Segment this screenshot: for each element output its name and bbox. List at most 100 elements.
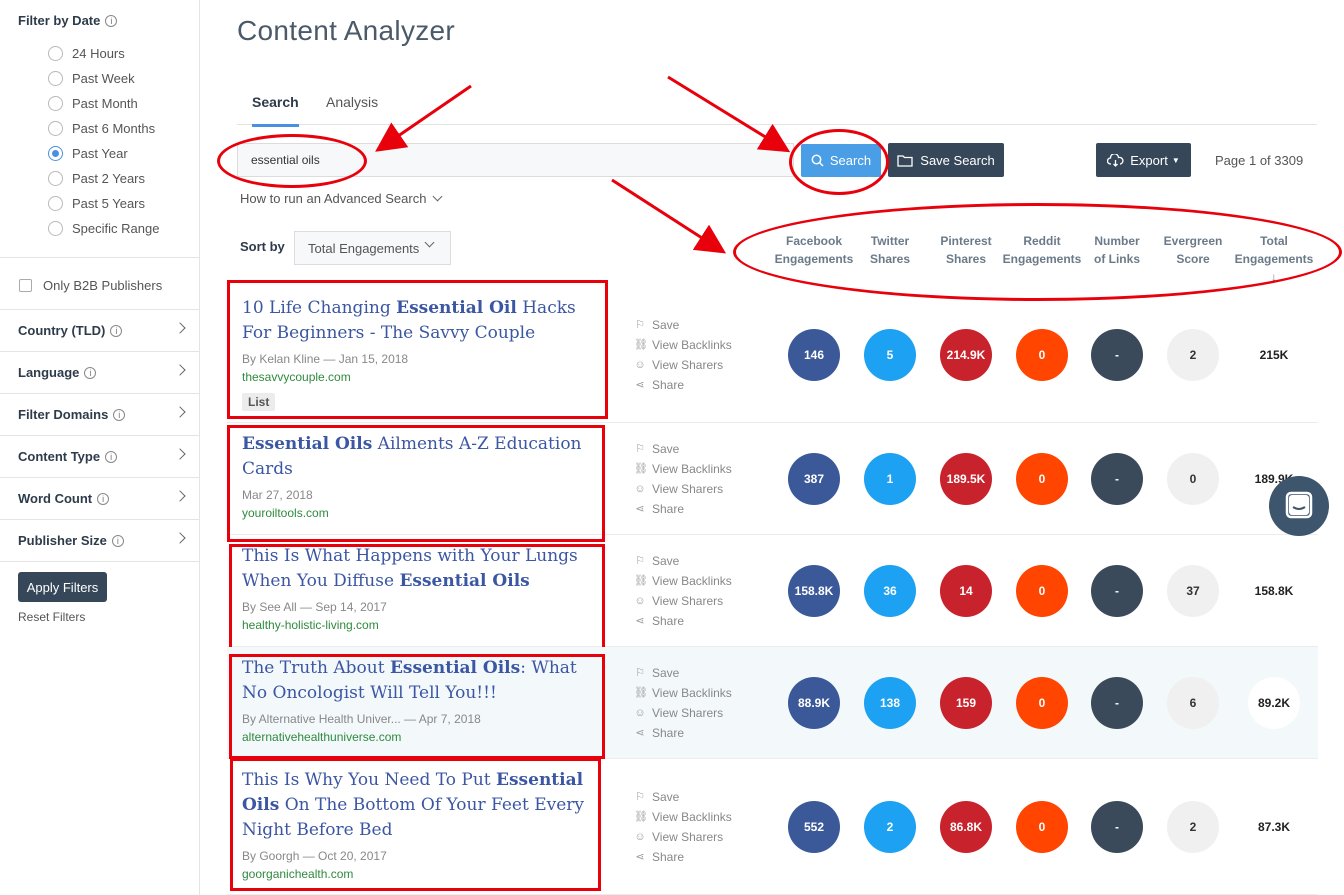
- checkbox-icon[interactable]: [19, 279, 32, 292]
- export-button[interactable]: Export ▼: [1096, 143, 1191, 177]
- metric-twitter[interactable]: 36: [864, 565, 916, 617]
- metric-reddit[interactable]: 0: [1016, 453, 1068, 505]
- info-icon[interactable]: i: [84, 366, 97, 379]
- info-icon[interactable]: i: [111, 534, 124, 547]
- action-view-sharers[interactable]: ☺ View Sharers: [634, 479, 732, 499]
- save-search-button[interactable]: Save Search: [888, 143, 1004, 177]
- action-share[interactable]: ⋖ Share: [634, 611, 732, 631]
- action-view-backlinks[interactable]: ⛓ View Backlinks: [634, 571, 732, 591]
- action-save[interactable]: ⚐ Save: [634, 315, 732, 335]
- facet-country-tld[interactable]: Country (TLD) i: [0, 310, 200, 352]
- facet-label: Content Type: [18, 449, 101, 464]
- table-row: This Is Why You Need To Put Essential Oi…: [227, 758, 1318, 895]
- date-option-past-6-months[interactable]: Past 6 Months: [48, 116, 159, 141]
- table-row: This Is What Happens with Your Lungs Whe…: [227, 535, 1318, 653]
- metric-evergreen: 2: [1167, 801, 1219, 853]
- action-view-sharers[interactable]: ☺ View Sharers: [634, 703, 732, 723]
- radio-icon[interactable]: [48, 171, 63, 186]
- action-view-backlinks[interactable]: ⛓ View Backlinks: [634, 807, 732, 827]
- advanced-search-link[interactable]: How to run an Advanced Search: [240, 191, 443, 206]
- date-option-past-year[interactable]: Past Year: [48, 141, 159, 166]
- date-option-specific-range[interactable]: Specific Range: [48, 216, 159, 241]
- radio-label: Past Week: [72, 71, 135, 86]
- annotation-box: [227, 280, 608, 419]
- action-share[interactable]: ⋖ Share: [634, 847, 732, 867]
- action-share[interactable]: ⋖ Share: [634, 375, 732, 395]
- metric-facebook[interactable]: 552: [788, 801, 840, 853]
- b2b-publishers-checkbox[interactable]: Only B2B Publishers: [19, 278, 162, 293]
- metric-links: -: [1091, 677, 1143, 729]
- action-view-sharers[interactable]: ☺ View Sharers: [634, 827, 732, 847]
- radio-icon[interactable]: [48, 71, 63, 86]
- radio-icon[interactable]: [48, 96, 63, 111]
- metric-reddit[interactable]: 0: [1016, 329, 1068, 381]
- radio-icon[interactable]: [48, 196, 63, 211]
- sort-select[interactable]: Total Engagements: [294, 231, 451, 265]
- metric-pinterest[interactable]: 214.9K: [940, 329, 992, 381]
- facet-word-count[interactable]: Word Count i: [0, 478, 200, 520]
- table-row: 10 Life Changing Essential Oil Hacks For…: [227, 280, 1318, 423]
- radio-icon[interactable]: [48, 121, 63, 136]
- facet-content-type[interactable]: Content Type i: [0, 436, 200, 478]
- metric-facebook[interactable]: 88.9K: [788, 677, 840, 729]
- tab-analysis[interactable]: Analysis: [326, 94, 378, 124]
- action-save[interactable]: ⚐ Save: [634, 551, 732, 571]
- metric-facebook[interactable]: 387: [788, 453, 840, 505]
- facet-language[interactable]: Language i: [0, 352, 200, 394]
- filter-sidebar: Filter by Date i 24 Hours Past Week Past M…: [0, 0, 200, 895]
- metric-twitter[interactable]: 1: [864, 453, 916, 505]
- metric-pinterest[interactable]: 14: [940, 565, 992, 617]
- metric-twitter[interactable]: 138: [864, 677, 916, 729]
- tab-search[interactable]: Search: [252, 94, 299, 127]
- action-view-backlinks[interactable]: ⛓ View Backlinks: [634, 459, 732, 479]
- bookmark-icon: ⚐: [635, 791, 645, 803]
- apply-filters-button[interactable]: Apply Filters: [18, 572, 107, 602]
- metric-reddit[interactable]: 0: [1016, 801, 1068, 853]
- metric-reddit[interactable]: 0: [1016, 677, 1068, 729]
- info-icon[interactable]: i: [105, 14, 118, 27]
- chevron-right-icon: [174, 364, 186, 376]
- date-option-past-2-years[interactable]: Past 2 Years: [48, 166, 159, 191]
- user-icon: ☺: [634, 831, 646, 843]
- metric-pinterest[interactable]: 86.8K: [940, 801, 992, 853]
- facet-label: Publisher Size: [18, 533, 107, 548]
- chevron-right-icon: [174, 490, 186, 502]
- metric-evergreen: 37: [1167, 565, 1219, 617]
- metric-twitter[interactable]: 5: [864, 329, 916, 381]
- facet-label: Word Count: [18, 491, 93, 506]
- metric-facebook[interactable]: 158.8K: [788, 565, 840, 617]
- info-icon[interactable]: i: [113, 408, 126, 421]
- action-view-sharers[interactable]: ☺ View Sharers: [634, 591, 732, 611]
- chat-widget-button[interactable]: [1269, 476, 1329, 536]
- metric-twitter[interactable]: 2: [864, 801, 916, 853]
- radio-icon[interactable]: [48, 46, 63, 61]
- metric-reddit[interactable]: 0: [1016, 565, 1068, 617]
- radio-icon[interactable]: [48, 221, 63, 236]
- info-icon[interactable]: i: [105, 450, 118, 463]
- user-icon: ☺: [634, 707, 646, 719]
- action-view-backlinks[interactable]: ⛓ View Backlinks: [634, 335, 732, 355]
- action-view-backlinks[interactable]: ⛓ View Backlinks: [634, 683, 732, 703]
- metric-pinterest[interactable]: 189.5K: [940, 453, 992, 505]
- date-option-24-hours[interactable]: 24 Hours: [48, 41, 159, 66]
- radio-icon[interactable]: [48, 146, 63, 161]
- table-row: Essential Oils Ailments A-Z Education Ca…: [227, 423, 1318, 542]
- metric-links: -: [1091, 565, 1143, 617]
- date-option-past-week[interactable]: Past Week: [48, 66, 159, 91]
- action-share[interactable]: ⋖ Share: [634, 723, 732, 743]
- reset-filters-link[interactable]: Reset Filters: [18, 610, 85, 624]
- action-save[interactable]: ⚐ Save: [634, 439, 732, 459]
- facet-publisher-size[interactable]: Publisher Size i: [0, 520, 200, 562]
- facet-filter-domains[interactable]: Filter Domains i: [0, 394, 200, 436]
- action-share[interactable]: ⋖ Share: [634, 499, 732, 519]
- info-icon[interactable]: i: [110, 324, 123, 337]
- info-icon[interactable]: i: [97, 492, 110, 505]
- action-save[interactable]: ⚐ Save: [634, 787, 732, 807]
- action-view-sharers[interactable]: ☺ View Sharers: [634, 355, 732, 375]
- date-option-past-month[interactable]: Past Month: [48, 91, 159, 116]
- metric-facebook[interactable]: 146: [788, 329, 840, 381]
- annotation-box: [229, 654, 605, 759]
- metric-pinterest[interactable]: 159: [940, 677, 992, 729]
- date-option-past-5-years[interactable]: Past 5 Years: [48, 191, 159, 216]
- action-save[interactable]: ⚐ Save: [634, 663, 732, 683]
